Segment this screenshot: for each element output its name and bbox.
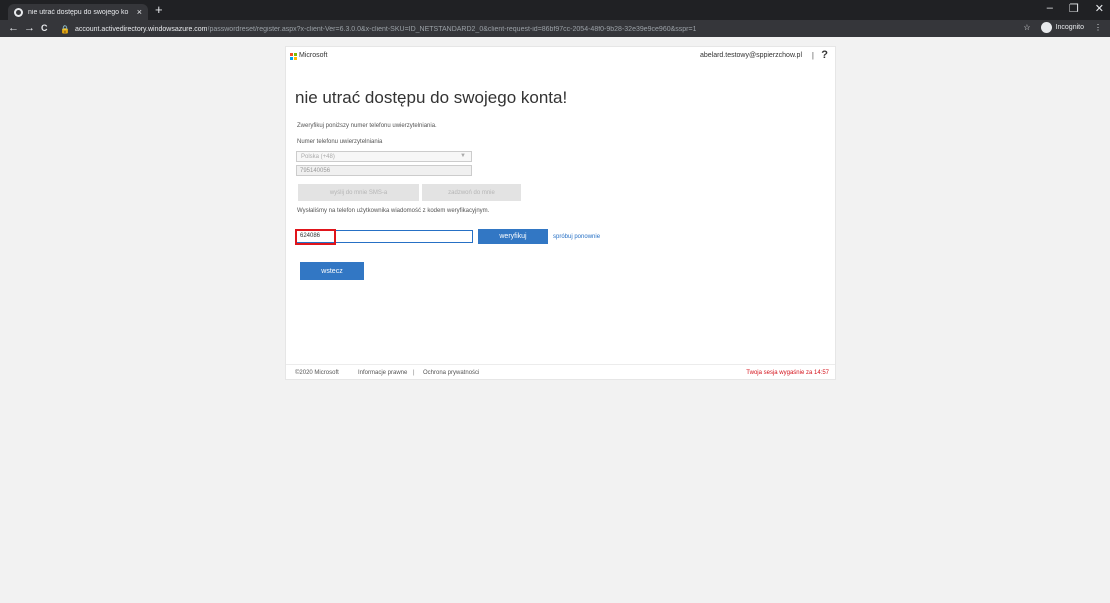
microsoft-logo-icon <box>290 53 297 60</box>
retry-link[interactable]: spróbuj ponownie <box>553 234 600 240</box>
url-host: account.activedirectory.windowsazure.com <box>74 25 208 33</box>
address-bar[interactable]: 🔒 account.activedirectory.windowsazure.c… <box>60 23 1090 35</box>
logo-square-blue <box>290 57 293 60</box>
forward-icon[interactable]: → <box>24 22 35 35</box>
phone-field[interactable]: 795140056 <box>296 165 472 176</box>
incognito-icon <box>1040 22 1052 33</box>
phone-label: Numer telefonu uwierzytelniania <box>297 139 383 145</box>
call-button[interactable]: zadzwoń do mnie <box>422 184 521 201</box>
privacy-link[interactable]: Ochrona prywatności <box>423 370 479 376</box>
browser-toolbar: ← → C 🔒 account.activedirectory.windowsa… <box>0 20 1110 37</box>
phone-value: 795140056 <box>300 168 331 174</box>
url-path: /passwordreset/register.aspx?x-client-Ve… <box>207 25 697 33</box>
browser-tabstrip: nie utrać dostępu do swojego ko × + – ❐ … <box>0 0 1110 20</box>
globe-icon <box>14 7 23 17</box>
close-window-icon[interactable]: ✕ <box>1095 2 1104 15</box>
logo-square-yellow <box>294 57 297 60</box>
reload-icon[interactable]: C <box>41 22 48 35</box>
menu-icon[interactable]: ⋮ <box>1094 23 1102 32</box>
logo-square-green <box>294 53 297 56</box>
tab-title: nie utrać dostępu do swojego ko <box>28 8 129 16</box>
window-controls: – ❐ ✕ <box>1047 2 1104 15</box>
session-timer: Twoja sesja wygaśnie za 14:57 <box>746 370 829 376</box>
back-button[interactable]: wstecz <box>300 262 364 280</box>
minimize-icon[interactable]: – <box>1047 2 1053 15</box>
logo-square-red <box>290 53 293 56</box>
country-value: Polska (+48) <box>301 154 335 160</box>
incognito-badge[interactable]: Incognito <box>1040 22 1084 33</box>
chevron-down-icon: ▼ <box>460 153 466 159</box>
verify-button[interactable]: weryfikuj <box>478 229 548 244</box>
footer-separator: | <box>413 370 415 376</box>
footer-divider <box>286 364 835 365</box>
page-title: nie utrać dostępu do swojego konta! <box>295 88 568 107</box>
sent-message: Wysłaliśmy na telefon użytkownika wiadom… <box>297 208 490 214</box>
account-email[interactable]: abelard.testowy@sppierzchow.pl <box>700 52 802 59</box>
sms-button[interactable]: wyślij do mnie SMS-a <box>298 184 419 201</box>
close-tab-icon[interactable]: × <box>137 7 142 17</box>
sspr-card: Microsoft abelard.testowy@sppierzchow.pl… <box>285 46 836 380</box>
new-tab-button[interactable]: + <box>155 3 163 17</box>
highlight-box <box>295 229 336 245</box>
copyright: ©2020 Microsoft <box>295 370 339 376</box>
restore-icon[interactable]: ❐ <box>1069 2 1079 15</box>
instruction-text: Zweryfikuj poniższy numer telefonu uwier… <box>297 123 437 129</box>
incognito-label: Incognito <box>1055 24 1084 31</box>
help-button[interactable]: ? <box>821 49 828 61</box>
toolbar-right: ☆ Incognito ⋮ <box>1023 22 1102 33</box>
star-icon[interactable]: ☆ <box>1023 23 1030 32</box>
country-select[interactable]: Polska (+48) ▼ <box>296 151 472 162</box>
lock-icon: 🔒 <box>60 24 70 34</box>
legal-link[interactable]: Informacje prawne <box>358 370 407 376</box>
header-separator: | <box>811 51 814 60</box>
browser-tab[interactable]: nie utrać dostępu do swojego ko × <box>8 4 148 20</box>
back-icon[interactable]: ← <box>8 22 19 35</box>
brand-name: Microsoft <box>299 52 328 59</box>
